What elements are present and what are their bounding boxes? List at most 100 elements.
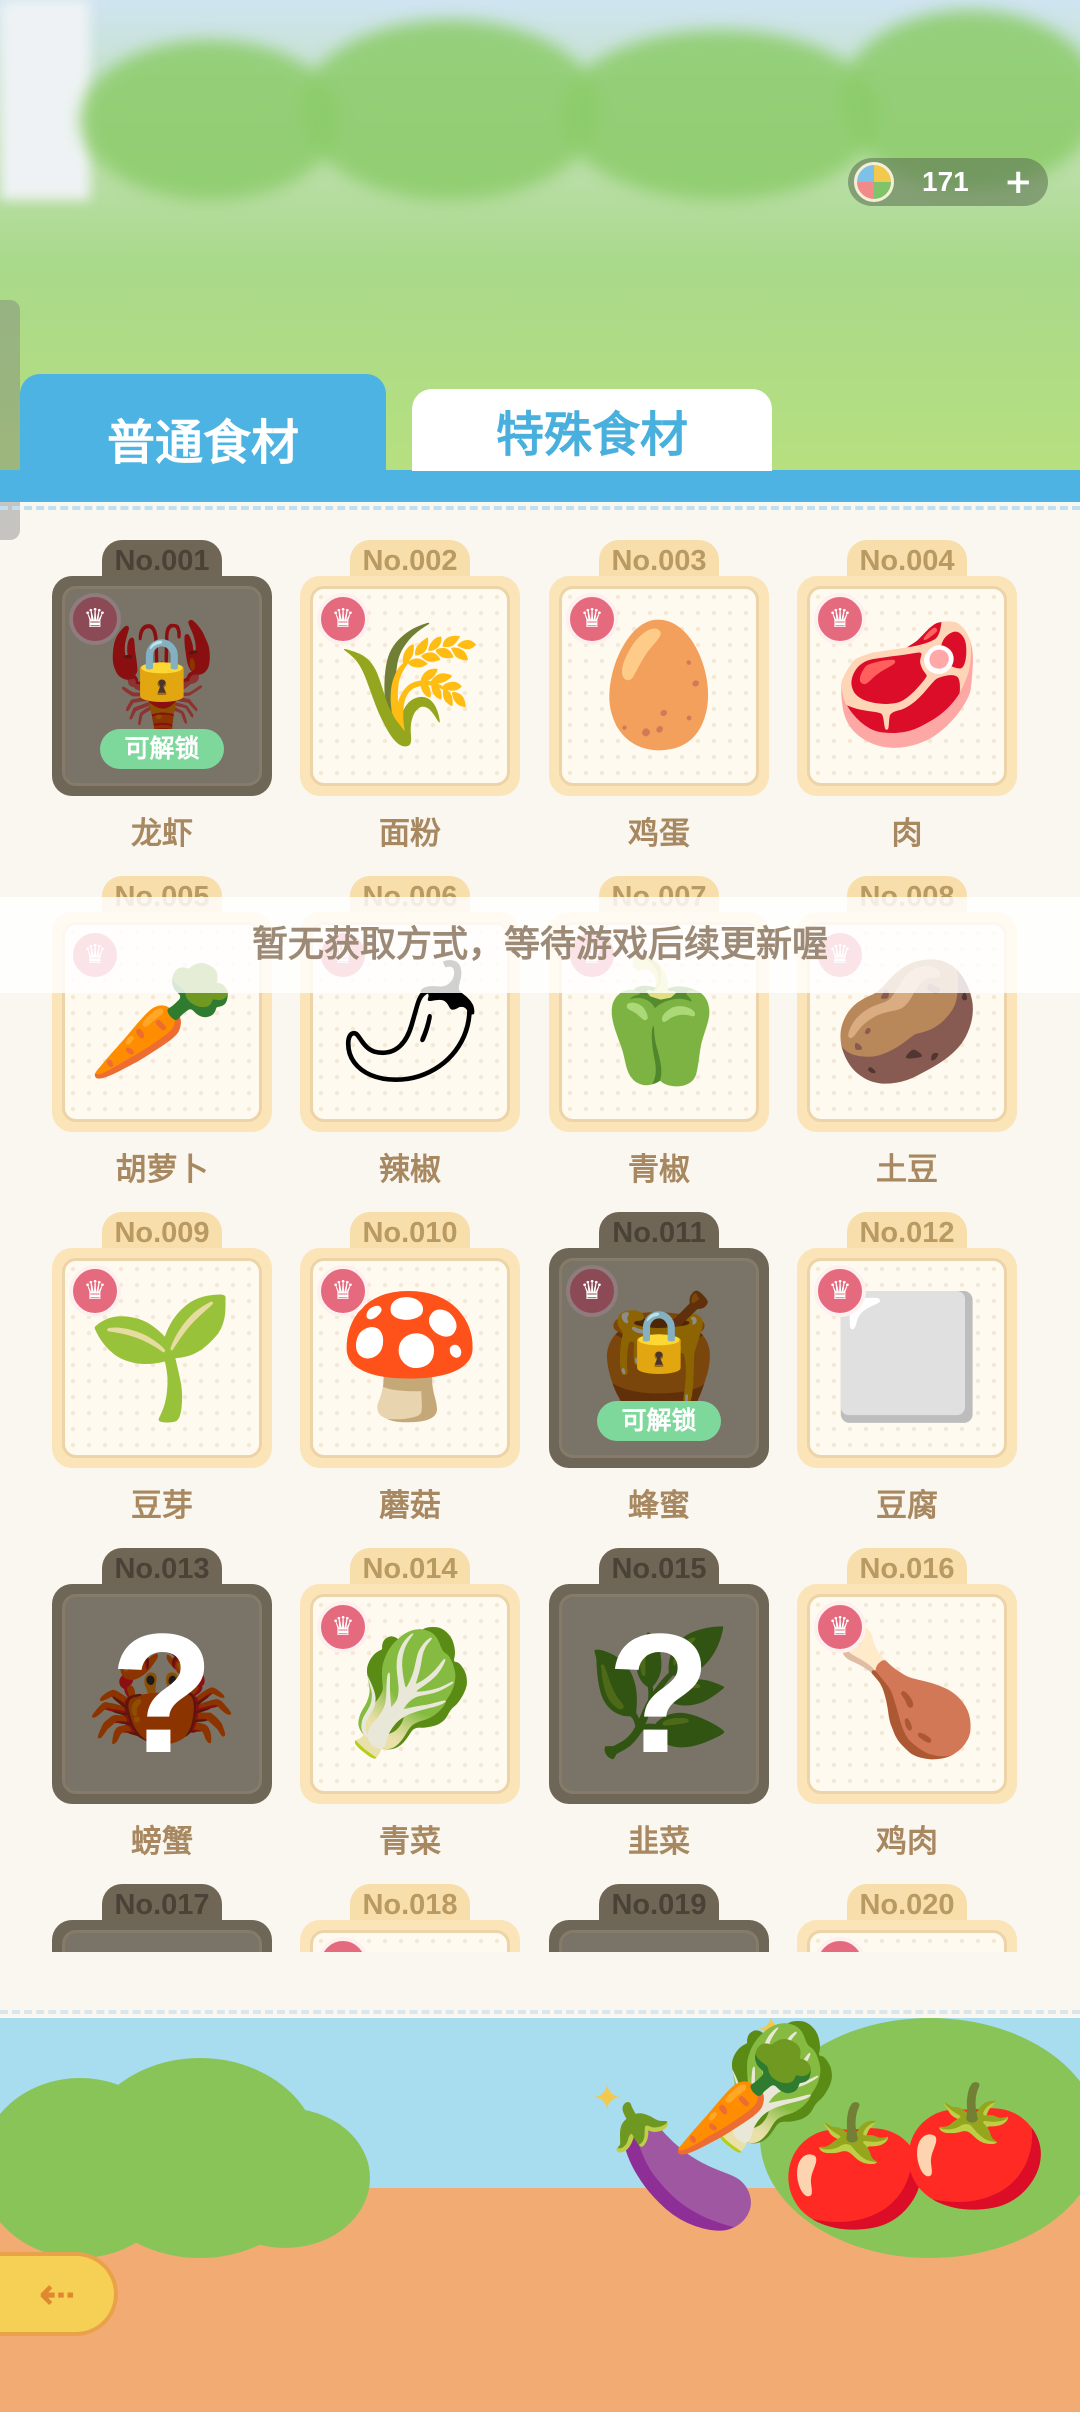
ingredient-slot: ? — [559, 1930, 759, 1952]
ingredient-slot: ♛ 🥩 — [807, 586, 1007, 786]
tomato-icon: 🍅 — [900, 2078, 1050, 2217]
ingredient-slot: ♛ 🦞 🔒 可解锁 — [62, 586, 262, 786]
divider — [0, 506, 1080, 510]
ingredient-slot: ♛ 🥬 — [310, 1594, 510, 1794]
chef-hat-badge-icon: ♛ — [317, 1601, 369, 1653]
ingredient-frame: ♛ 🍄 — [300, 1248, 520, 1468]
toast-message: 暂无获取方式，等待游戏后续更新喔 — [0, 897, 1080, 993]
ingredient-frame: ♛ 🦞 🔒 可解锁 — [52, 576, 272, 796]
chef-hat-badge-icon: ♛ — [317, 593, 369, 645]
ingredient-number: No.019 — [599, 1884, 719, 1924]
ingredient-frame: ♛ 🍗 — [797, 1584, 1017, 1804]
add-currency-button[interactable]: + — [1004, 165, 1033, 199]
ingredient-number: No.009 — [102, 1212, 222, 1252]
ingredient-name: 韭菜 — [628, 1824, 690, 1860]
currency-bar: 171 + — [848, 158, 1048, 206]
ingredient-image: 🍄 — [335, 1288, 485, 1427]
unlockable-badge[interactable]: 可解锁 — [597, 1401, 721, 1441]
chef-hat-badge-icon: ♛ — [317, 1937, 369, 1952]
ingredient-image: 🥬 — [335, 1624, 485, 1763]
ingredient-name: 豆腐 — [876, 1488, 938, 1524]
ingredient-slot: ♛ ⬜ — [807, 1258, 1007, 1458]
ingredient-number: No.015 — [599, 1548, 719, 1588]
ingredient-image: 🍗 — [832, 1624, 982, 1763]
ingredient-slot: ♛ — [807, 1930, 1007, 1952]
ingredient-slot: 🦀? — [62, 1594, 262, 1794]
ingredient-number: No.011 — [599, 1212, 719, 1252]
ingredient-frame: ♛ 🌾 — [300, 576, 520, 796]
back-arrow-icon: ⇠ — [38, 2268, 76, 2320]
ingredient-slot: ♛ 🍗 — [807, 1594, 1007, 1794]
ingredient-slot: 🌿? — [559, 1594, 759, 1794]
ingredient-slot: ♛ 🌾 — [310, 586, 510, 786]
ingredient-image: 🌱 — [87, 1288, 237, 1427]
ingredient-frame: ♛ — [300, 1920, 520, 1952]
ingredient-number: No.003 — [599, 540, 719, 580]
question-mark-icon: ? — [607, 1599, 711, 1789]
ingredient-name: 青椒 — [628, 1152, 690, 1188]
currency-amount: 171 — [922, 166, 969, 197]
ingredient-grid[interactable]: No.001 ♛ 🦞 🔒 可解锁 龙虾 No.002 ♛ 🌾 面粉 No.003 ♛ 🥚 鸡蛋 No.004… — [0, 540, 1080, 1952]
ingredient-number: No.010 — [350, 1212, 470, 1252]
ingredient-slot: ♛ 🍄 — [310, 1258, 510, 1458]
ingredient-slot: ♛ 🥚 — [559, 586, 759, 786]
chef-hat-badge-icon: ♛ — [814, 1937, 866, 1952]
chef-hat-badge-icon: ♛ — [69, 593, 121, 645]
ingredient-number: No.018 — [350, 1884, 470, 1924]
ingredient-slot: ♛ 🌱 — [62, 1258, 262, 1458]
chef-hat-badge-icon: ♛ — [566, 1265, 618, 1317]
ingredient-slot: ♛ 🍯 🔒 可解锁 — [559, 1258, 759, 1458]
ingredient-image: 🥩 — [832, 616, 982, 755]
tab-normal-ingredients[interactable]: 普通食材 — [20, 374, 386, 502]
ingredient-frame: 🌿? — [549, 1584, 769, 1804]
footer-bush — [200, 2108, 370, 2248]
ingredient-slot: ♛ — [310, 1930, 510, 1952]
ingredient-frame: ? — [549, 1920, 769, 1952]
ingredient-name: 青菜 — [379, 1824, 441, 1860]
chef-hat-badge-icon: ♛ — [317, 1265, 369, 1317]
question-mark-icon: ? — [110, 1945, 214, 1952]
lock-icon: 🔒 — [124, 634, 200, 705]
ingredient-name: 蜂蜜 — [628, 1488, 690, 1524]
ingredient-frame: ♛ 🍯 🔒 可解锁 — [549, 1248, 769, 1468]
ingredient-name: 螃蟹 — [131, 1824, 193, 1860]
ingredient-frame: ♛ 🌱 — [52, 1248, 272, 1468]
lock-icon: 🔒 — [621, 1306, 697, 1377]
divider — [0, 2010, 1080, 2014]
ingredient-name: 面粉 — [379, 816, 441, 852]
ingredient-frame: ♛ 🥬 — [300, 1584, 520, 1804]
ingredient-frame: ♛ — [797, 1920, 1017, 1952]
chef-hat-badge-icon: ♛ — [814, 593, 866, 645]
ingredient-image: ⬜ — [832, 1288, 982, 1427]
background-bush — [560, 30, 880, 200]
ingredient-number: No.012 — [847, 1212, 967, 1252]
back-button[interactable]: ⇠ — [0, 2252, 118, 2336]
ingredient-name: 肉 — [891, 816, 923, 852]
tab-special-ingredients[interactable]: 特殊食材 — [412, 389, 772, 471]
ingredient-name: 蘑菇 — [379, 1488, 441, 1524]
ingredient-name: 鸡蛋 — [628, 816, 690, 852]
chef-hat-badge-icon: ♛ — [814, 1601, 866, 1653]
ingredient-image: 🥚 — [584, 616, 734, 755]
ingredient-number: No.014 — [350, 1548, 470, 1588]
background-wall — [0, 0, 90, 200]
chef-hat-badge-icon: ♛ — [814, 1265, 866, 1317]
rainbow-coin-icon — [854, 162, 894, 202]
side-drawer-handle[interactable] — [0, 300, 20, 540]
ingredient-number: No.013 — [102, 1548, 222, 1588]
ingredient-number: No.016 — [847, 1548, 967, 1588]
ingredient-name: 龙虾 — [131, 816, 193, 852]
ingredient-name: 鸡肉 — [876, 1824, 938, 1860]
chef-hat-badge-icon: ♛ — [566, 593, 618, 645]
unlockable-badge[interactable]: 可解锁 — [100, 729, 224, 769]
ingredient-name: 胡萝卜 — [115, 1152, 209, 1188]
ingredient-name: 土豆 — [876, 1152, 938, 1188]
question-mark-icon: ? — [607, 1945, 711, 1952]
ingredient-name: 辣椒 — [379, 1152, 441, 1188]
ingredient-image: 🌾 — [335, 616, 485, 755]
footer-scene: ✦ ✦ 🥬 🍆 🥕 🍅 🍅 — [0, 2018, 1080, 2412]
ingredient-number: No.020 — [847, 1884, 967, 1924]
question-mark-icon: ? — [110, 1599, 214, 1789]
ingredient-number: No.004 — [847, 540, 967, 580]
ingredient-number: No.001 — [102, 540, 222, 580]
